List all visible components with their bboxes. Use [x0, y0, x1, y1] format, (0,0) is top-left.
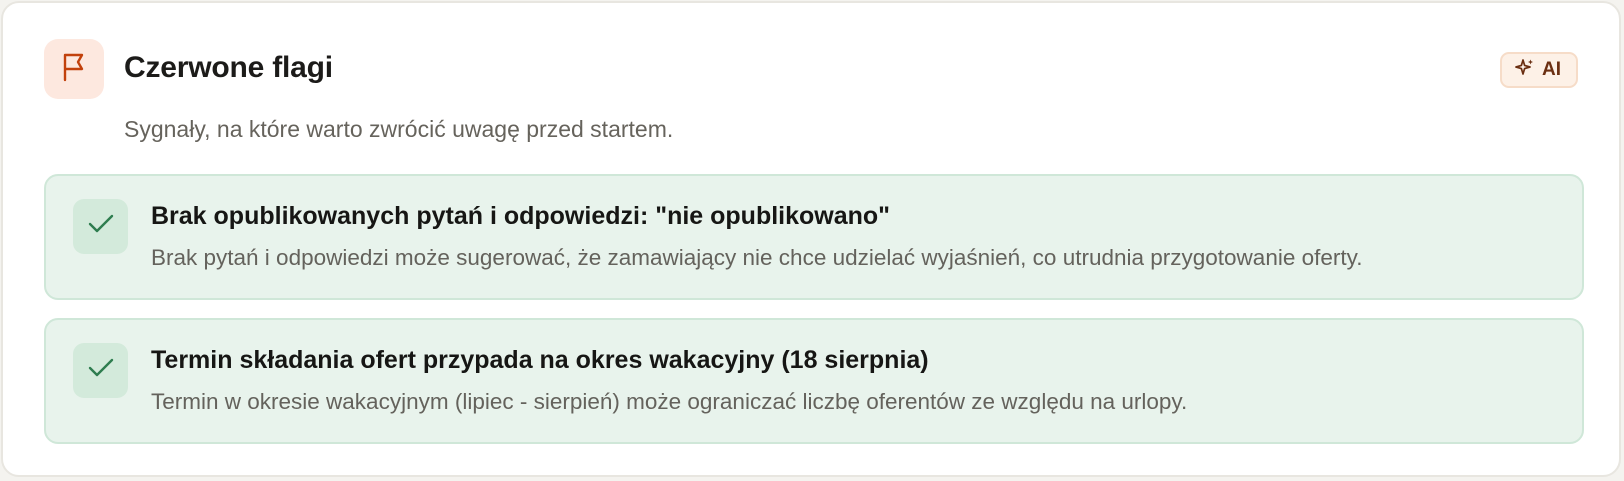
check-icon [88, 214, 114, 239]
ai-badge-label: AI [1542, 59, 1561, 80]
flag-title: Brak opublikowanych pytań i odpowiedzi: … [151, 202, 891, 230]
sparkles-icon [1515, 58, 1535, 83]
check-icon-tile [73, 343, 128, 398]
flag-description: Brak pytań i odpowiedzi może sugerować, … [151, 245, 1363, 270]
section-subtitle: Sygnały, na które warto zwrócić uwagę pr… [124, 116, 674, 142]
flag-icon [60, 52, 88, 87]
ai-badge: AI [1500, 52, 1578, 88]
section-title: Czerwone flagi [124, 51, 333, 84]
flag-item: Brak opublikowanych pytań i odpowiedzi: … [44, 174, 1584, 300]
flag-icon-tile [44, 39, 104, 99]
red-flags-card: Czerwone flagi AI Sygnały, na które wart… [1, 1, 1621, 477]
flag-title: Termin składania ofert przypada na okres… [151, 346, 929, 374]
check-icon [88, 358, 114, 383]
flag-description: Termin w okresie wakacyjnym (lipiec - si… [151, 389, 1188, 414]
check-icon-tile [73, 199, 128, 254]
flag-item: Termin składania ofert przypada na okres… [44, 318, 1584, 444]
